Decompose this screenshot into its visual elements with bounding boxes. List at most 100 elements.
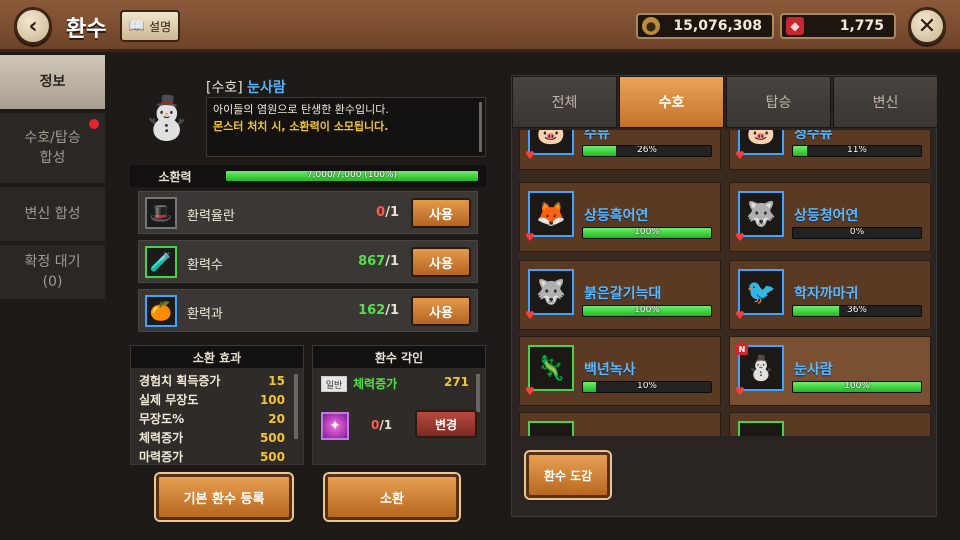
item-need: /1 [385,303,399,318]
heart-icon: ♥ [735,309,745,322]
pet-card[interactable]: 🐦 ♥ 학자까마귀 36% [729,260,931,330]
item-have: 0 [376,205,386,220]
effects-list: 경험치 획득증가 15 실제 무장도 100 무장도% 20 체력증가 500 마력증가… [131,368,303,471]
effect-value: 20 [268,412,285,426]
pet-portrait: 🐷 [528,130,574,155]
pet-card[interactable]: 🐺 ♥ 붉은갈기늑대 100% [519,260,721,330]
heart-icon: ♥ [735,385,745,398]
tab-mount[interactable]: 탑승 [726,76,831,128]
pet-grid[interactable]: 🐷 ♥ 수뮤 26% 🐷 ♥ 청수뮤 11% 🦊 ♥ 상등흑어연 100% 🐺 ♥ 상등청어연 0% 🐺 ♥ 붉은갈… [519,130,931,436]
pet-portrait [738,421,784,436]
pet-card[interactable]: 🐺 ♥ 상등청어연 0% [729,182,931,252]
sidebar-item-fusion[interactable]: 수호/탑승 합성 [0,113,105,183]
sidebar-item-pending[interactable]: 확정 대기 (0) [0,245,105,299]
pet-portrait: 🐺 [528,269,574,315]
item-name: 환력과 [187,307,223,322]
hat-icon: 🎩 [145,197,177,229]
pet-card[interactable]: 🐷 ♥ 수뮤 26% [519,130,721,170]
pet-card[interactable]: ⛄ ♥ N 눈사람 100% [729,336,931,406]
sidebar-item-info[interactable]: 정보 [0,55,105,109]
item-count: 867/1 [358,254,399,269]
item-need: /1 [385,205,399,220]
pet-progress-text: 10% [636,381,657,391]
engrave-stat-value: 271 [443,375,469,389]
pet-list-panel: 전체 수호 탑승 변신 🐷 ♥ 수뮤 26% 🐷 ♥ 청수뮤 11% 🦊 ♥ 상등흑어연 100% 🐺 ♥… [511,75,938,517]
pet-progress-bar: 100% [792,381,922,393]
page-title: 환수 [66,17,107,42]
summon-power-row: 소환력 7,000/7,000 (100%) [130,165,486,187]
summon-button[interactable]: 소환 [325,474,459,520]
sidebar-item-label: 수호/탑승 [24,130,81,146]
pet-progress-bar: 26% [582,145,712,157]
register-default-pet-button[interactable]: 기본 환수 등록 [156,474,292,520]
pet-progress-text: 100% [844,381,870,391]
back-button[interactable]: ‹ [14,7,52,45]
book-icon: 📖 [128,18,146,34]
rune-need: /1 [379,418,393,432]
pet-portrait [528,421,574,436]
pet-progress-bar: 11% [792,145,922,157]
use-button[interactable]: 사용 [411,198,471,228]
rune-count: 0/1 [371,418,392,432]
pet-icon: 🐦 [746,278,776,306]
effect-name: 체력증가 [139,431,184,445]
pet-card[interactable]: 🦊 ♥ 상등흑어연 100% [519,182,721,252]
tab-transform[interactable]: 변신 [833,76,938,128]
pet-icon: 🐺 [536,278,566,306]
item-name: 환력수 [187,258,223,273]
summon-effects-title: 소환 효과 [131,346,303,368]
notification-dot [89,119,99,129]
effects-scrollbar[interactable] [294,374,298,439]
change-button[interactable]: 변경 [415,410,477,438]
pet-card[interactable] [519,412,721,436]
encyclopedia-button[interactable]: 환수 도감 [526,452,610,498]
help-button[interactable]: 📖 설명 [120,10,180,42]
heart-icon: ♥ [525,385,535,398]
heart-icon: ♥ [735,231,745,244]
use-button[interactable]: 사용 [411,296,471,326]
engrave-title: 환수 각인 [313,346,485,368]
effect-name: 무장도% [139,412,185,426]
sidebar-item-label: 정보 [39,74,66,90]
pet-name: 눈사람 [794,362,833,378]
pet-progress-text: 100% [634,227,660,237]
use-button[interactable]: 사용 [411,247,471,277]
pet-icon: 🐷 [746,130,776,146]
potion-icon: 🧪 [145,246,177,278]
heart-icon: ♥ [525,309,535,322]
pet-card[interactable] [729,412,931,436]
ruby-display[interactable]: ◆ 1,775 [780,13,896,39]
gold-display: ● 15,076,308 [636,13,774,39]
pet-name-row: [수호] 눈사람 [206,77,286,97]
pet-name: 학자까마귀 [794,286,859,302]
effect-name: 마력증가 [139,450,184,464]
pet-card[interactable]: 🐷 ♥ 청수뮤 11% [729,130,931,170]
close-icon: ✕ [917,13,937,39]
description-scrollbar[interactable] [479,102,482,152]
ruby-icon: ◆ [786,17,804,35]
rune-icon: ✦ [321,412,349,440]
pet-icon: 🦎 [536,354,566,382]
tab-all[interactable]: 전체 [512,76,617,128]
description-line-1: 아이들의 염원으로 탄생한 환수입니다. [213,103,389,116]
snowman-icon: ⛄ [140,93,194,142]
tab-guardian[interactable]: 수호 [619,76,724,128]
engrave-scrollbar[interactable] [476,374,480,412]
heart-icon: ♥ [735,149,745,162]
summon-power-bar: 7,000/7,000 (100%) [225,170,479,182]
sidebar-item-transform-fusion[interactable]: 변신 합성 [0,187,105,241]
engrave-stat-name: 체력증가 [353,377,398,391]
sidebar-item-label-2: (0) [42,274,63,290]
item-row: 🍊 환력과 162/1 사용 [138,289,478,332]
item-row: 🎩 환력율란 0/1 사용 [138,191,478,234]
pet-portrait: ⛄ [134,82,200,154]
pet-portrait: 🦊 [528,191,574,237]
pet-card[interactable]: 🦎 ♥ 백년녹사 10% [519,336,721,406]
pet-progress-text: 26% [636,145,657,155]
item-count: 0/1 [376,205,399,220]
pet-name: 백년녹사 [584,362,636,378]
item-need: /1 [385,254,399,269]
new-badge: N [736,343,748,355]
close-button[interactable]: ✕ [908,7,946,45]
pet-name: 눈사람 [247,80,286,96]
